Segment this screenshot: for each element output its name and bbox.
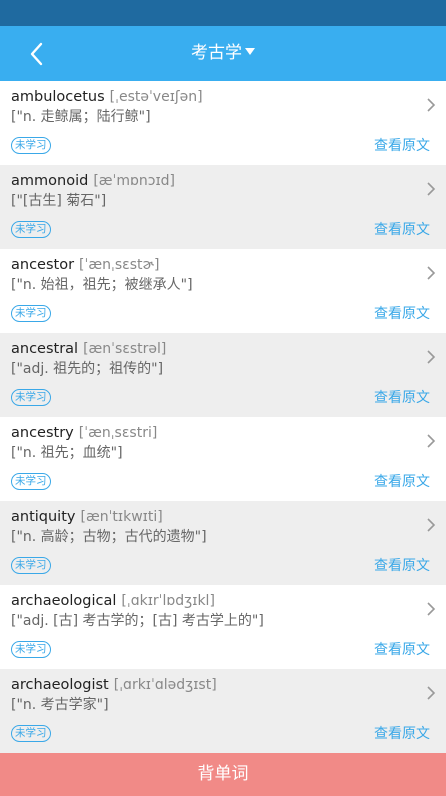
status-badge: 未学习 [11,389,51,406]
chevron-right-icon [427,350,436,364]
view-original-link[interactable]: 查看原文 [374,304,430,324]
view-original-link[interactable]: 查看原文 [374,220,430,240]
word-list: ambulocetus [ˌestəˈveɪʃən] ["n. 走鲸属；陆行鲸"]… [0,81,446,753]
word-item[interactable]: ancestral [ænˈsɛstrəl] ["adj. 祖先的；祖传的"] 未… [0,333,446,417]
caret-down-icon [245,48,255,55]
chevron-right-icon [427,686,436,700]
view-original-link[interactable]: 查看原文 [374,388,430,408]
chevron-right-icon [427,182,436,196]
word-text: ancestral [11,341,79,357]
word-phonetic: [ænˈsɛstrəl] [83,341,167,357]
word-definition: ["n. 走鲸属；陆行鲸"] [11,109,151,125]
status-badge: 未学习 [11,137,51,154]
status-badge: 未学习 [11,641,51,658]
word-text: ancestry [11,425,74,441]
word-item[interactable]: antiquity [ænˈtɪkwɪti] ["n. 高龄；古物；古代的遗物"]… [0,501,446,585]
word-definition: ["[古生] 菊石"] [11,193,107,209]
category-dropdown[interactable]: 考古学 [0,41,446,65]
nav-bar: 考古学 [0,26,446,81]
word-phonetic: [ˌɑrkɪˈɑlədʒɪst] [113,677,217,693]
view-original-link[interactable]: 查看原文 [374,136,430,156]
word-definition: ["adj. [古] 考古学的；[古] 考古学上的"] [11,613,264,629]
word-phonetic: [ˈænˌsɛstɚ] [79,257,160,273]
word-phonetic: [æˈmɒnɔɪd] [93,173,176,189]
word-item[interactable]: ammonoid [æˈmɒnɔɪd] ["[古生] 菊石"] 未学习 查看原文 [0,165,446,249]
view-original-link[interactable]: 查看原文 [374,640,430,660]
word-phonetic: [ˌestəˈveɪʃən] [109,89,203,105]
chevron-right-icon [427,602,436,616]
chevron-right-icon [427,434,436,448]
word-item[interactable]: archaeologist [ˌɑrkɪˈɑlədʒɪst] ["n. 考古学家"… [0,669,446,753]
word-text: antiquity [11,509,76,525]
word-text: archaeological [11,593,117,609]
word-item[interactable]: archaeological [ˌɑkɪrˈlɒdʒɪkl] ["adj. [古]… [0,585,446,669]
status-bar [0,0,446,26]
word-definition: ["n. 考古学家"] [11,697,109,713]
chevron-right-icon [427,266,436,280]
status-badge: 未学习 [11,557,51,574]
word-definition: ["n. 高龄；古物；古代的遗物"] [11,529,207,545]
page-title: 考古学 [191,43,242,63]
status-badge: 未学习 [11,305,51,322]
word-text: ancestor [11,257,75,273]
word-item[interactable]: ancestry [ˈænˌsɛstri] ["n. 祖先；血统"] 未学习 查看… [0,417,446,501]
word-text: ambulocetus [11,89,105,105]
word-text: archaeologist [11,677,109,693]
word-phonetic: [ænˈtɪkwɪti] [80,509,163,525]
word-item[interactable]: ancestor [ˈænˌsɛstɚ] ["n. 始祖，祖先；被继承人"] 未学… [0,249,446,333]
status-badge: 未学习 [11,221,51,238]
view-original-link[interactable]: 查看原文 [374,556,430,576]
chevron-right-icon [427,518,436,532]
word-phonetic: [ˌɑkɪrˈlɒdʒɪkl] [121,593,215,609]
word-phonetic: [ˈænˌsɛstri] [78,425,158,441]
view-original-link[interactable]: 查看原文 [374,472,430,492]
chevron-right-icon [427,98,436,112]
status-badge: 未学习 [11,473,51,490]
view-original-link[interactable]: 查看原文 [374,724,430,744]
status-badge: 未学习 [11,725,51,742]
word-definition: ["adj. 祖先的；祖传的"] [11,361,164,377]
word-item[interactable]: ambulocetus [ˌestəˈveɪʃən] ["n. 走鲸属；陆行鲸"]… [0,81,446,165]
word-text: ammonoid [11,173,89,189]
memorize-words-button[interactable]: 背单词 [0,753,446,796]
word-definition: ["n. 始祖，祖先；被继承人"] [11,277,193,293]
word-definition: ["n. 祖先；血统"] [11,445,123,461]
